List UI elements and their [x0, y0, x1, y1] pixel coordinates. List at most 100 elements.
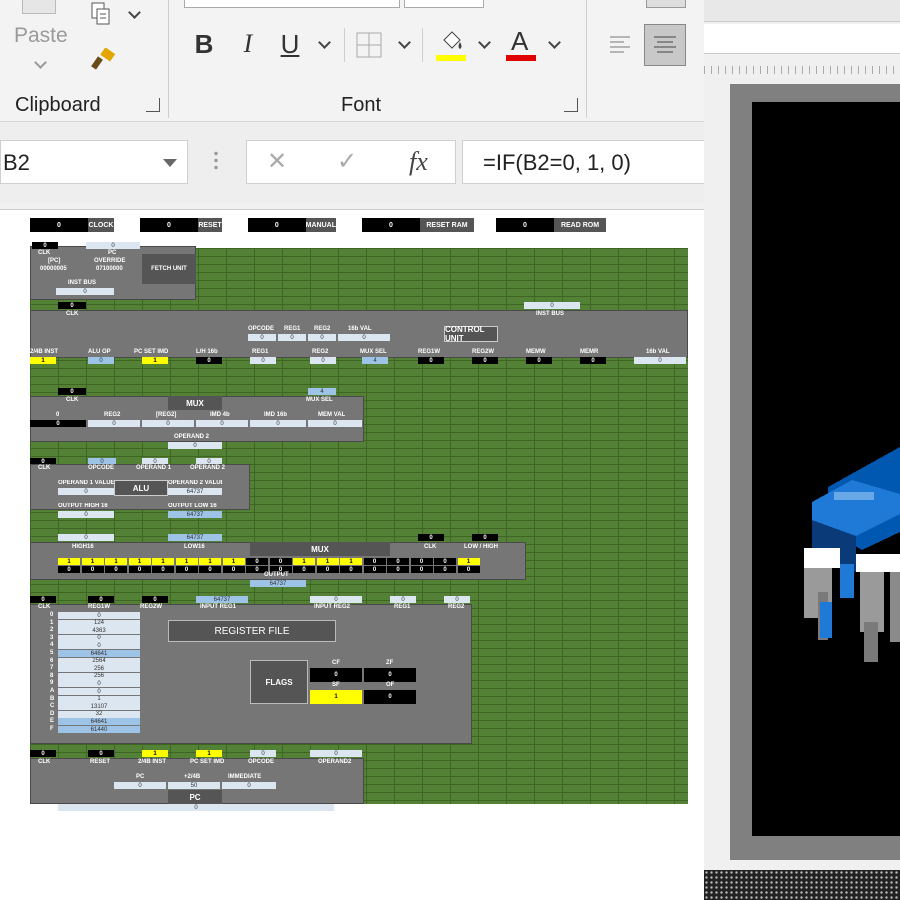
font-color-button[interactable]: A [506, 26, 538, 62]
mux2-bit-high: 0 [410, 558, 433, 565]
mux2-lh-label: LOW / HIGH [464, 544, 498, 550]
reset-ram-control[interactable]: 0 RESET RAM [362, 218, 474, 232]
mux2-bit-low: 0 [410, 566, 433, 573]
format-painter-icon[interactable] [88, 47, 116, 72]
copy-icon[interactable] [90, 2, 112, 26]
rf-top-label: REG2W [140, 604, 163, 610]
pc-in-label: RESET [90, 759, 111, 765]
register-index: F [50, 726, 54, 732]
control-unit-title: CONTROL UNIT [444, 325, 498, 343]
read-rom-control[interactable]: 0 READ ROM [496, 218, 606, 232]
register-value: 0 [58, 688, 140, 695]
mux2-bit-low: 0 [58, 566, 80, 573]
reset-label: RESET [198, 218, 222, 232]
flags-title: FLAGS [250, 660, 308, 704]
rf-top-value[interactable]: 0 [142, 596, 168, 603]
alu-opcode-label: OPCODE [88, 465, 115, 471]
formula-input[interactable]: =IF(B2=0, 1, 0) [462, 140, 704, 184]
cu-out-value: 0 [418, 357, 444, 364]
reset-ram-value[interactable]: 0 [362, 218, 420, 232]
alu-op2-label: OPERAND 2 [190, 465, 226, 471]
insert-function-icon[interactable]: fx [409, 147, 428, 177]
manual-value[interactable]: 0 [248, 218, 306, 232]
font-name-box[interactable] [184, 0, 400, 8]
mux2-bit-low: 0 [199, 566, 221, 573]
mux1-clk-value[interactable]: 0 [58, 388, 86, 395]
mux2-bit-low: 0 [434, 566, 456, 573]
enter-icon[interactable]: ✓ [337, 147, 357, 176]
reset-control[interactable]: 0 RESET [140, 218, 222, 232]
fill-color-icon[interactable] [436, 28, 468, 62]
alu-out-low-cell: 64737 [168, 511, 222, 518]
pc-in-value: 1 [142, 750, 168, 757]
pc-in-value[interactable]: 0 [88, 750, 114, 757]
mux2-bit-high: 1 [105, 558, 127, 565]
fetch-inst-bus-value: 0 [56, 288, 114, 295]
mux2-bit-low: 0 [457, 566, 480, 573]
copy-dropdown-icon[interactable] [128, 6, 141, 19]
reset-value[interactable]: 0 [140, 218, 198, 232]
manual-control[interactable]: 0 MANUAL [248, 218, 336, 232]
cu-reg1-value: 0 [278, 334, 306, 341]
worksheet[interactable]: 0 CLOCK 0 RESET 0 MANUAL 0 RESET RAM 0 R… [0, 202, 704, 900]
rf-top-value: 0 [310, 596, 362, 603]
clock-control[interactable]: 0 CLOCK [30, 218, 114, 232]
paste-label: Paste [14, 24, 68, 47]
flag-value: 0 [364, 668, 416, 682]
mux2-clk-value[interactable]: 0 [418, 534, 444, 541]
mux2-bit-low: 0 [152, 566, 174, 573]
bold-button[interactable]: B [190, 28, 218, 60]
pc-field-value: 50 [168, 782, 220, 789]
font-size-box[interactable] [404, 0, 484, 8]
cu-16b-value: 0 [338, 334, 390, 341]
rf-top-value[interactable]: 0 [88, 596, 114, 603]
align-left-icon[interactable] [608, 34, 636, 56]
pc-field-value: 0 [114, 782, 166, 789]
flag-value: 0 [364, 690, 416, 704]
mux2-lh-value[interactable]: 0 [472, 534, 498, 541]
cancel-icon[interactable]: ✕ [267, 147, 287, 176]
cu-clk-value[interactable]: 0 [58, 302, 86, 309]
register-index: 8 [50, 672, 54, 679]
name-box[interactable]: B2 [0, 140, 188, 184]
cu-out-value: 0 [580, 357, 606, 364]
read-rom-label: READ ROM [554, 218, 606, 232]
name-box-dropdown-icon[interactable] [163, 159, 177, 167]
underline-button[interactable]: U [276, 28, 304, 60]
group-divider [168, 0, 169, 118]
cu-reg1-label: REG1 [284, 326, 301, 332]
dialog-launcher-icon[interactable] [564, 98, 578, 112]
rf-top-label: REG2 [448, 604, 465, 610]
underline-dropdown-icon[interactable] [318, 36, 331, 49]
mux1-in-label: 0 [56, 412, 60, 418]
mux2-bit-high: 0 [363, 558, 386, 565]
flag-label: SF [332, 682, 340, 688]
pc-in-value[interactable]: 0 [30, 750, 56, 757]
cu-opcode-label: OPCODE [248, 326, 275, 332]
borders-icon[interactable] [356, 32, 382, 58]
mux1-in-value: 0 [196, 420, 248, 427]
cu-inst-bus-label: INST BUS [536, 311, 565, 317]
formula-bar-grip-icon[interactable] [214, 150, 218, 172]
dialog-launcher-icon[interactable] [146, 98, 160, 112]
fetch-clk-value[interactable]: 0 [32, 242, 58, 249]
group-divider [422, 28, 423, 62]
mux2-bit-high: 1 [457, 558, 480, 565]
mux2-bit-low: 0 [316, 566, 339, 573]
emulator-input-bar[interactable] [704, 24, 900, 54]
rf-top-value[interactable]: 0 [30, 596, 56, 603]
fetch-pc-value: 0 [86, 242, 140, 249]
top-align-button[interactable] [646, 0, 686, 8]
italic-button[interactable]: I [234, 28, 262, 60]
fill-color-dropdown-icon[interactable] [478, 36, 491, 49]
clock-value[interactable]: 0 [30, 218, 88, 232]
borders-dropdown-icon[interactable] [398, 36, 411, 49]
paste-button[interactable]: Paste [8, 0, 78, 80]
read-rom-value[interactable]: 0 [496, 218, 554, 232]
register-value: 124 [58, 619, 140, 627]
font-color-dropdown-icon[interactable] [548, 36, 561, 49]
mux2-bit-high: 1 [222, 558, 245, 565]
mux2-high16-label: HIGH16 [72, 544, 94, 550]
emulator-footer [704, 870, 900, 900]
align-center-icon[interactable] [644, 24, 686, 66]
